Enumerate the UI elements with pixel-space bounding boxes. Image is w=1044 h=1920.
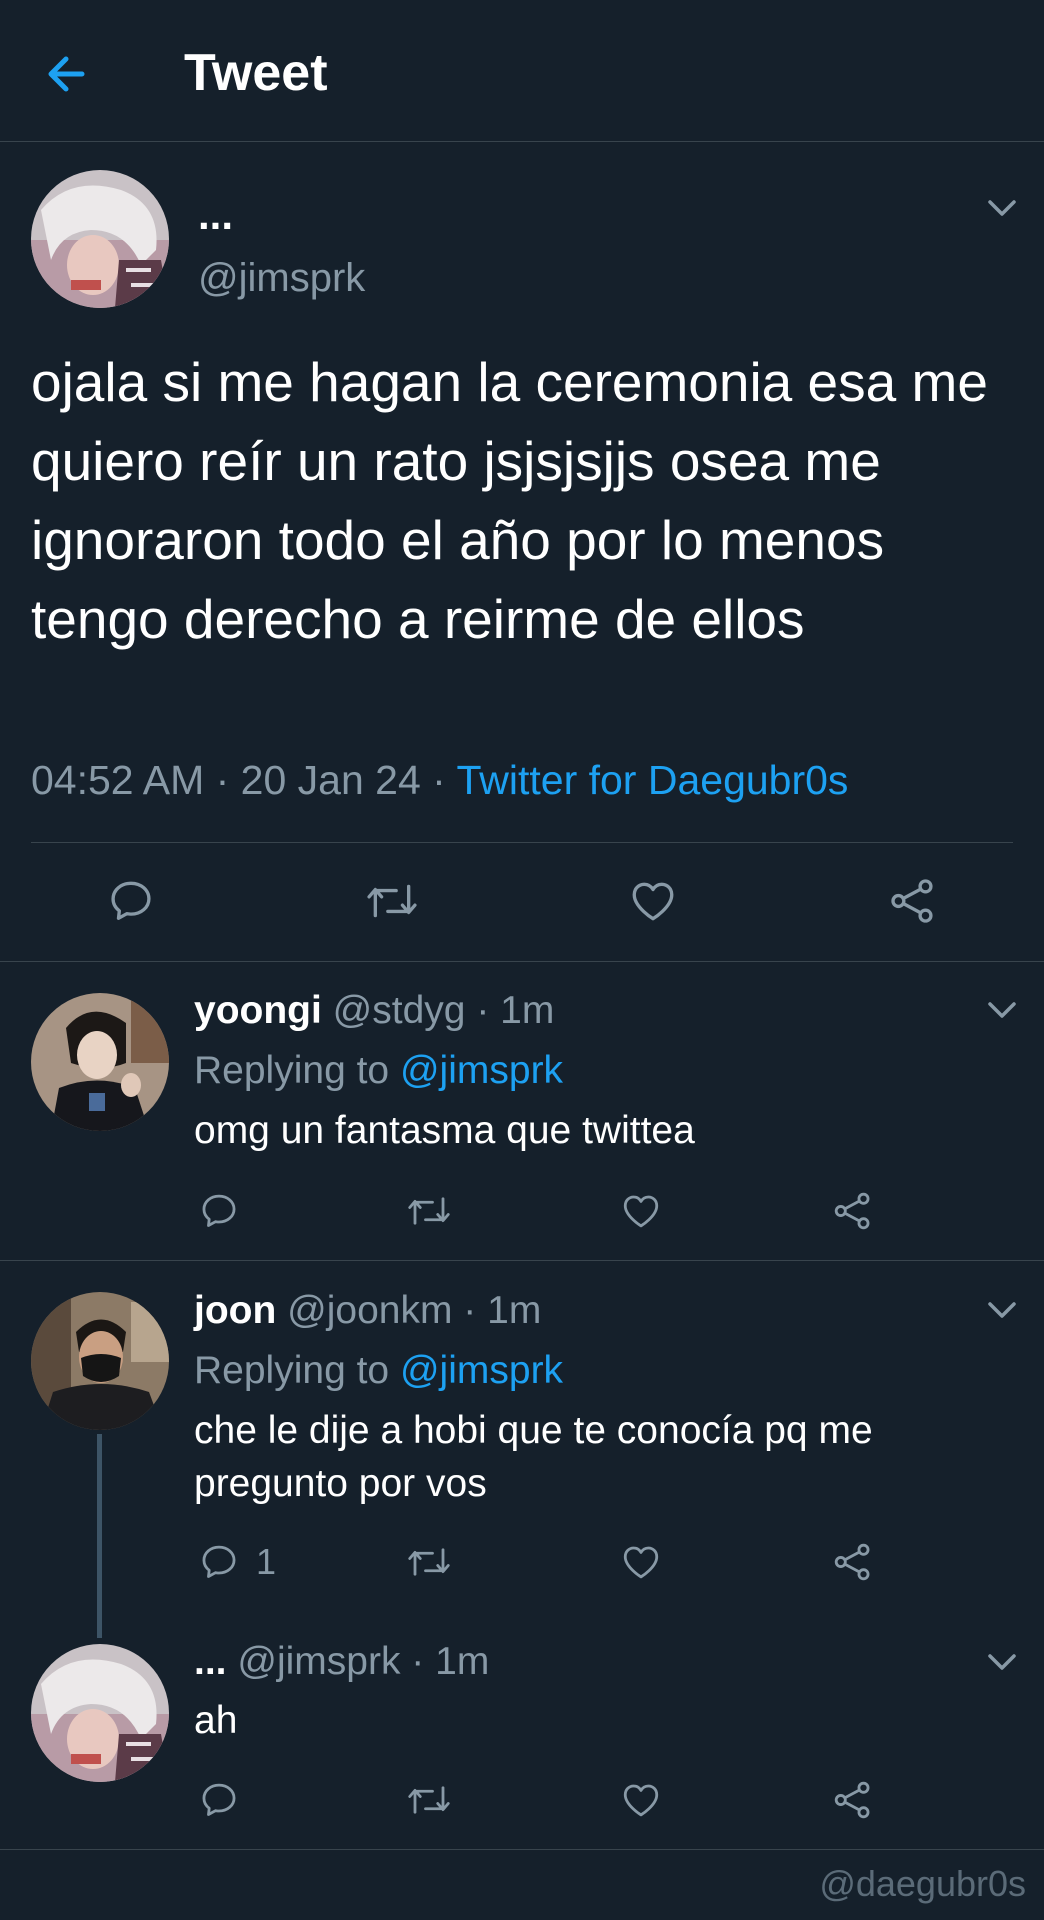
share-button[interactable]	[832, 1190, 874, 1232]
divider	[0, 1260, 1044, 1261]
meta-separator: ·	[452, 1289, 488, 1332]
share-button[interactable]	[832, 1779, 874, 1821]
reply-author-name[interactable]: joon	[194, 1289, 276, 1332]
reply-header: ... @jimsprk · 1m	[194, 1638, 489, 1686]
reply-text: che le dije a hobi que te conocía pq me …	[194, 1409, 873, 1505]
tweet-text: ojala si me hagan la ceremonia esa me qu…	[31, 351, 988, 650]
reply-menu-button[interactable]	[982, 1290, 1022, 1330]
author-name[interactable]: ...	[198, 190, 233, 240]
reply-header: yoongi @stdyg · 1m	[194, 987, 554, 1035]
chevron-down-icon	[988, 200, 1016, 216]
reply-author-handle[interactable]: @joonkm	[287, 1289, 452, 1332]
mention-link[interactable]: @jimsprk	[400, 1349, 563, 1392]
page-title: Tweet	[184, 44, 328, 102]
author-handle[interactable]: @jimsprk	[198, 252, 365, 304]
divider	[31, 842, 1013, 843]
reply-header: joon @joonkm · 1m	[194, 1287, 541, 1335]
reply-icon	[202, 1545, 236, 1578]
divider	[0, 961, 1044, 962]
retweet-button[interactable]	[405, 1779, 453, 1821]
meta-separator: ·	[420, 757, 457, 803]
retweet-icon	[367, 884, 417, 918]
retweet-icon	[408, 1197, 450, 1225]
reply-time: 1m	[500, 989, 555, 1032]
reply-button[interactable]	[198, 1779, 240, 1821]
meta-separator: ·	[465, 989, 501, 1032]
thread-connector	[97, 1434, 102, 1638]
retweet-button[interactable]	[405, 1541, 453, 1583]
reply-text: omg un fantasma que twittea	[194, 1109, 695, 1152]
tweet-menu-button[interactable]	[982, 188, 1022, 228]
share-icon	[891, 879, 933, 923]
replying-to: Replying to @jimsprk	[194, 1347, 563, 1395]
avatar-image	[31, 993, 169, 1131]
reply-button[interactable]	[198, 1190, 240, 1232]
avatar-image	[31, 1644, 169, 1782]
reply-author-name[interactable]: ...	[194, 1640, 227, 1683]
chevron-down-icon	[988, 1302, 1016, 1318]
share-icon	[834, 1543, 870, 1581]
reply-icon	[111, 881, 151, 920]
share-button[interactable]	[888, 876, 938, 926]
reply-text: ah	[194, 1699, 238, 1742]
like-button[interactable]	[628, 876, 678, 926]
avatar[interactable]	[31, 170, 169, 308]
retweet-icon	[408, 1548, 450, 1576]
avatar-image	[31, 170, 169, 308]
reply-button[interactable]: 1	[198, 1541, 276, 1583]
like-button[interactable]	[620, 1779, 662, 1821]
heart-icon	[623, 1546, 659, 1579]
like-button[interactable]	[620, 1190, 662, 1232]
reply-menu-button[interactable]	[982, 990, 1022, 1030]
reply-count: 1	[256, 1541, 277, 1582]
tweet-time: 04:52 AM	[31, 757, 205, 803]
avatar[interactable]	[31, 993, 169, 1131]
replying-to: Replying to @jimsprk	[194, 1047, 563, 1095]
chevron-down-icon	[988, 1654, 1016, 1670]
tweet-date: 20 Jan 24	[240, 757, 421, 803]
replying-label: Replying to	[194, 1049, 390, 1092]
arrow-left-icon	[48, 56, 85, 92]
avatar-image	[31, 1292, 169, 1430]
reply-menu-button[interactable]	[982, 1642, 1022, 1682]
heart-icon	[632, 882, 674, 921]
meta-separator: ·	[400, 1640, 436, 1683]
like-button[interactable]	[620, 1541, 662, 1583]
replying-label: Replying to	[194, 1349, 390, 1392]
share-icon	[834, 1192, 870, 1230]
tweet-detail-screen: Tweet ... @jimsprk ojala si me hagan la …	[0, 0, 1044, 1920]
heart-icon	[623, 1784, 659, 1817]
reply-author-handle[interactable]: @jimsprk	[237, 1640, 400, 1683]
share-icon	[834, 1781, 870, 1819]
avatar[interactable]	[31, 1644, 169, 1782]
mention-link[interactable]: @jimsprk	[400, 1049, 563, 1092]
retweet-button[interactable]	[405, 1190, 453, 1232]
share-button[interactable]	[832, 1541, 874, 1583]
meta-separator: ·	[204, 757, 241, 803]
reply-icon	[202, 1783, 236, 1816]
reply-author-handle[interactable]: @stdyg	[333, 989, 466, 1032]
tweet-meta: 04:52 AM · 20 Jan 24 · Twitter for Daegu…	[31, 753, 848, 807]
reply-author-name[interactable]: yoongi	[194, 989, 322, 1032]
back-button[interactable]	[40, 44, 100, 104]
top-bar: Tweet	[0, 0, 1044, 142]
heart-icon	[623, 1195, 659, 1228]
retweet-icon	[408, 1786, 450, 1814]
tweet-source-link[interactable]: Twitter for Daegubr0s	[456, 757, 848, 803]
reply-time: 1m	[487, 1289, 542, 1332]
reply-time: 1m	[435, 1640, 490, 1683]
reply-icon	[202, 1194, 236, 1227]
retweet-button[interactable]	[364, 876, 420, 926]
watermark: @daegubr0s	[819, 1863, 1026, 1904]
reply-button[interactable]	[106, 876, 156, 926]
divider	[0, 1849, 1044, 1850]
avatar[interactable]	[31, 1292, 169, 1430]
chevron-down-icon	[988, 1002, 1016, 1018]
